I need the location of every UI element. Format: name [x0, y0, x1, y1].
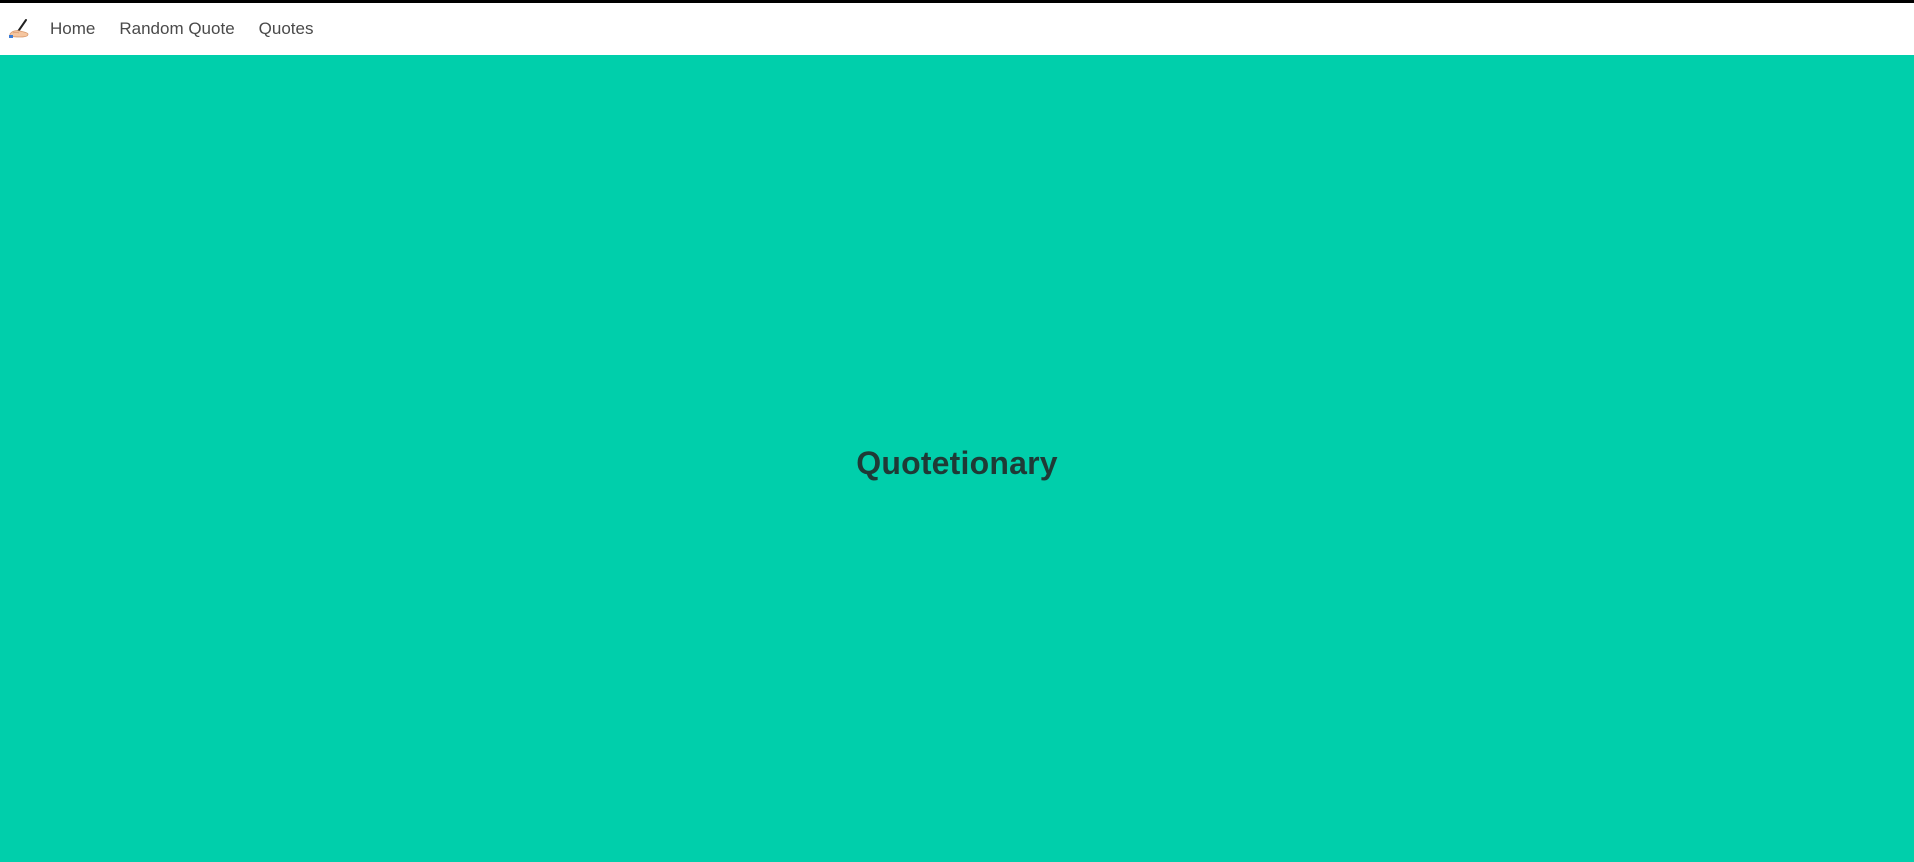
page-title: Quotetionary	[856, 445, 1058, 481]
brand-logo-link[interactable]	[0, 3, 38, 55]
hero-section: Quotetionary	[0, 55, 1914, 862]
nav-item-quotes[interactable]: Quotes	[247, 3, 326, 55]
navbar: Home Random Quote Quotes	[0, 3, 1914, 55]
nav-item-home[interactable]: Home	[38, 3, 107, 55]
writing-hand-icon	[9, 19, 29, 38]
nav-item-random-quote[interactable]: Random Quote	[107, 3, 246, 55]
